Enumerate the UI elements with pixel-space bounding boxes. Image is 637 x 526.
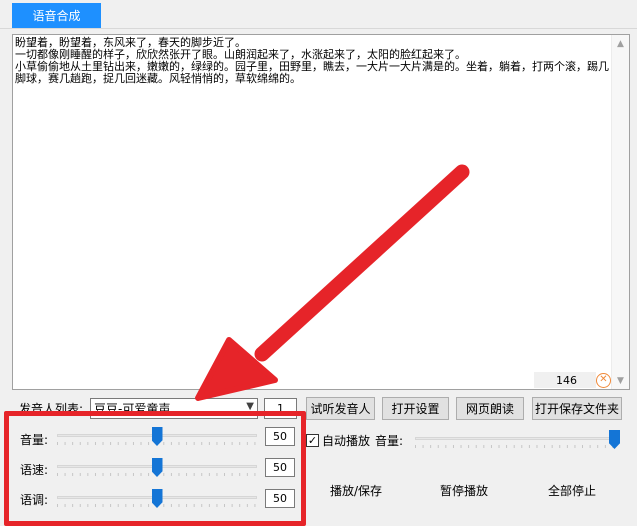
web-read-button[interactable]: 网页朗读 [456, 397, 524, 420]
open-save-folder-button[interactable]: 打开保存文件夹 [532, 397, 622, 420]
checkmark-icon: ✓ [307, 434, 318, 447]
playback-volume-ticks [415, 445, 620, 448]
char-count-area: 146 [534, 372, 596, 388]
autoplay-checkbox[interactable]: ✓ [306, 434, 319, 447]
clear-text-icon[interactable]: ✕ [596, 373, 611, 388]
trial-voice-button[interactable]: 试听发音人 [306, 397, 375, 420]
play-save-button[interactable]: 播放/保存 [330, 482, 382, 499]
text-editor-content[interactable]: 盼望着，盼望着，东风来了，春天的脚步近了。 一切都像刚睡醒的样子，欣欣然张开了眼… [15, 37, 611, 85]
char-count: 146 [556, 373, 577, 387]
vertical-scrollbar[interactable]: ▲ ▼ [611, 35, 629, 389]
playback-volume-track[interactable] [415, 437, 620, 440]
scroll-up-icon[interactable]: ▲ [612, 35, 629, 52]
scroll-down-icon[interactable]: ▼ [612, 372, 629, 389]
playback-volume-label: 音量: [375, 434, 404, 448]
tab-divider [0, 28, 637, 29]
tab-speech-synthesis[interactable]: 语音合成 [12, 3, 101, 28]
pause-button[interactable]: 暂停播放 [440, 482, 488, 499]
text-editor[interactable]: 盼望着，盼望着，东风来了，春天的脚步近了。 一切都像刚睡醒的样子，欣欣然张开了眼… [12, 34, 630, 390]
open-settings-button[interactable]: 打开设置 [382, 397, 449, 420]
stop-all-button[interactable]: 全部停止 [548, 482, 596, 499]
autoplay-label[interactable]: 自动播放 [322, 431, 370, 450]
highlight-box [4, 411, 306, 526]
playback-volume-slider[interactable] [415, 430, 620, 450]
